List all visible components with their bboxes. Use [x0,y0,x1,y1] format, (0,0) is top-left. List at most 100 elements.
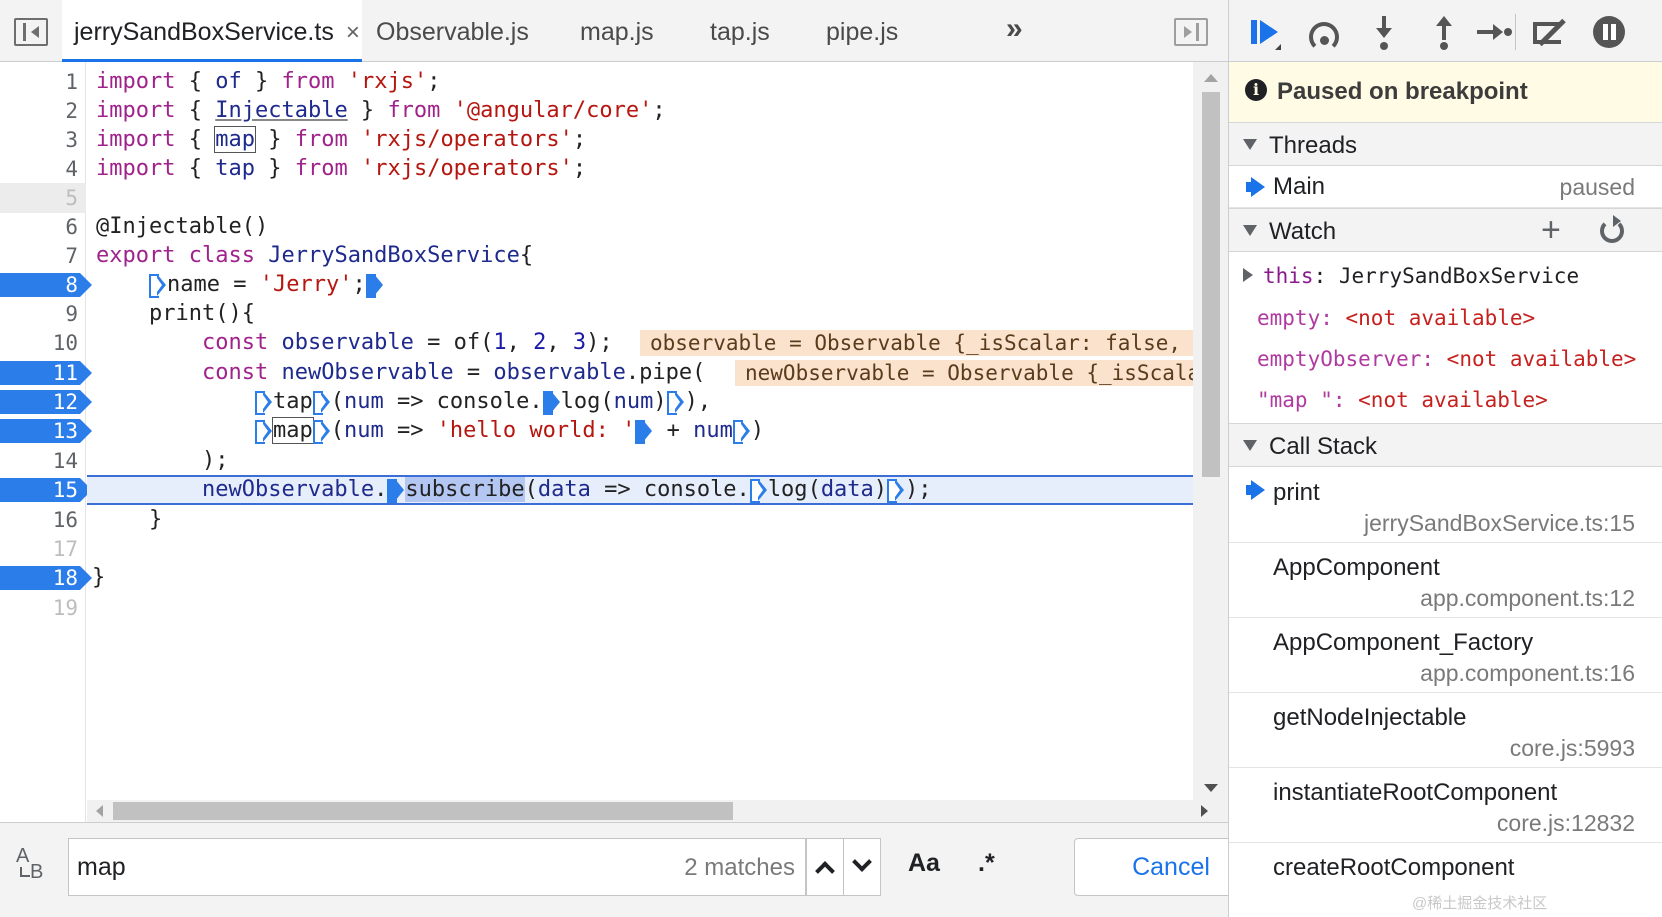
toggle-debugger-icon[interactable] [1174,18,1208,46]
call-frame[interactable]: instantiateRootComponent core.js:12832 [1229,768,1662,843]
code-line[interactable]: import { of } from 'rxjs'; [87,67,1193,97]
scrollbar-thumb[interactable] [1202,92,1220,477]
line-number[interactable]: 2 [0,96,86,126]
breakpoint-line-number[interactable]: 13 [0,416,92,446]
expand-arrow-icon[interactable] [1243,268,1253,282]
line-number-gutter[interactable]: 1 2 3 4 5 6 7 8 9 10 11 12 13 14 15 16 1… [0,62,92,822]
vertical-scrollbar[interactable] [1193,62,1228,800]
toggle-navigator-icon[interactable] [14,18,48,46]
code-line[interactable]: } [87,505,1193,535]
code-line[interactable]: import { Injectable } from '@angular/cor… [87,96,1193,126]
scrollbar-thumb[interactable] [113,802,733,820]
step-out-icon[interactable] [1427,14,1463,50]
tab-observable[interactable]: Observable.js [376,0,529,62]
search-field[interactable]: 2 matches [68,838,806,896]
search-input[interactable] [77,849,637,885]
watch-expression[interactable]: "map ": <not available> [1229,380,1662,420]
scroll-down-icon[interactable] [1204,784,1218,792]
column-breakpoint-marker[interactable] [542,390,561,415]
frame-location[interactable]: core.js:12832 [1497,810,1635,837]
tab-jerrysandboxservice[interactable]: jerrySandBoxService.ts × [62,0,362,62]
tab-tap[interactable]: tap.js [710,0,770,62]
code-line[interactable]: export class JerrySandBoxService{ [87,241,1193,271]
code-line[interactable]: } [87,563,1193,593]
threads-section-header[interactable]: Threads [1229,122,1662,166]
frame-location[interactable]: jerrySandBoxService.ts:15 [1364,510,1635,537]
column-breakpoint-marker[interactable] [254,419,273,444]
call-frame[interactable]: print jerrySandBoxService.ts:15 [1229,468,1662,543]
line-number[interactable]: 16 [0,505,86,535]
column-breakpoint-marker[interactable] [312,390,331,415]
column-breakpoint-marker[interactable] [365,273,384,298]
deactivate-breakpoints-icon[interactable] [1531,14,1567,50]
code-line[interactable]: import { map } from 'rxjs/operators'; [87,125,1193,155]
code-line[interactable]: import { tap } from 'rxjs/operators'; [87,154,1193,184]
line-number[interactable]: 14 [0,446,86,476]
more-tabs-icon[interactable]: » [1006,12,1023,46]
breakpoint-line-number[interactable]: 11 [0,358,92,388]
column-breakpoint-marker[interactable] [666,390,685,415]
regex-button[interactable]: .* [978,849,995,878]
line-number[interactable]: 5 [0,183,86,213]
call-frame[interactable]: getNodeInjectable core.js:5993 [1229,693,1662,768]
code-line[interactable]: const observable = of(1, 2, 3); observab… [87,328,1193,358]
execution-line[interactable]: newObservable. subscribe(data => console.… [87,475,1193,505]
step-icon[interactable] [1475,14,1512,50]
tab-map[interactable]: map.js [580,0,654,62]
line-number[interactable]: 10 [0,328,86,358]
watch-expression[interactable]: emptyObserver: <not available> [1229,339,1662,379]
add-watch-icon[interactable]: + [1541,211,1561,250]
code-line[interactable]: @Injectable() [87,212,1193,242]
code-line[interactable]: tap (num => console. log(num)), [87,387,1193,417]
call-frame[interactable]: AppComponent app.component.ts:12 [1229,543,1662,618]
tab-pipe[interactable]: pipe.js [826,0,898,62]
code-line[interactable]: const newObservable = observable.pipe( n… [87,358,1193,388]
next-match-button[interactable] [843,838,881,896]
breakpoint-line-number[interactable]: 8 [0,270,92,300]
step-over-icon[interactable] [1307,14,1343,52]
code-line[interactable]: print(){ [87,299,1193,329]
column-breakpoint-marker[interactable] [887,478,905,503]
column-breakpoint-marker[interactable] [635,419,653,444]
breakpoint-line-number[interactable]: 18 [0,563,92,593]
code-line[interactable]: map (num => 'hello world: ' + num) [87,416,1193,446]
watch-section-header[interactable]: Watch + [1229,208,1662,252]
column-breakpoint-marker[interactable] [387,478,405,503]
frame-location[interactable]: app.component.ts:12 [1420,585,1635,612]
thread-item[interactable]: Main paused [1229,166,1662,208]
watch-expression[interactable]: empty: <not available> [1229,298,1662,338]
previous-match-button[interactable] [806,838,844,896]
pause-on-exceptions-icon[interactable] [1591,14,1627,50]
line-number[interactable]: 1 [0,67,86,97]
call-frame[interactable]: AppComponent_Factory app.component.ts:16 [1229,618,1662,693]
horizontal-scrollbar[interactable] [87,800,1228,822]
breakpoint-line-number[interactable]: 15 [0,475,92,505]
call-stack-section-header[interactable]: Call Stack [1229,423,1662,467]
code-line[interactable]: name = 'Jerry'; [87,270,1193,300]
resume-icon[interactable] [1247,14,1283,50]
column-breakpoint-marker[interactable] [732,419,751,444]
frame-location[interactable]: app.component.ts:16 [1420,660,1635,687]
step-into-icon[interactable] [1367,14,1403,50]
line-number[interactable]: 4 [0,154,86,184]
column-breakpoint-marker[interactable] [148,273,167,298]
code-area[interactable]: import { of } from 'rxjs'; import { Inje… [87,62,1193,822]
breakpoint-line-number[interactable]: 12 [0,387,92,417]
column-breakpoint-marker[interactable] [312,419,331,444]
line-number[interactable]: 19 [0,593,86,623]
column-breakpoint-marker[interactable] [749,478,768,503]
column-breakpoint-marker[interactable] [254,390,273,415]
line-number[interactable]: 3 [0,125,86,155]
toggle-replace-icon[interactable]: A B [14,846,48,887]
scroll-left-icon[interactable] [96,805,103,817]
refresh-icon[interactable] [1600,215,1624,243]
frame-location[interactable]: core.js:5993 [1510,735,1635,762]
watch-expression[interactable]: this: JerrySandBoxService [1229,256,1662,296]
scroll-up-icon[interactable] [1204,74,1218,82]
line-number[interactable]: 17 [0,534,86,564]
code-line[interactable]: ); [87,446,1193,476]
close-tab-icon[interactable]: × [346,19,360,46]
line-number[interactable]: 9 [0,299,86,329]
line-number[interactable]: 6 [0,212,86,242]
line-number[interactable]: 7 [0,241,86,271]
